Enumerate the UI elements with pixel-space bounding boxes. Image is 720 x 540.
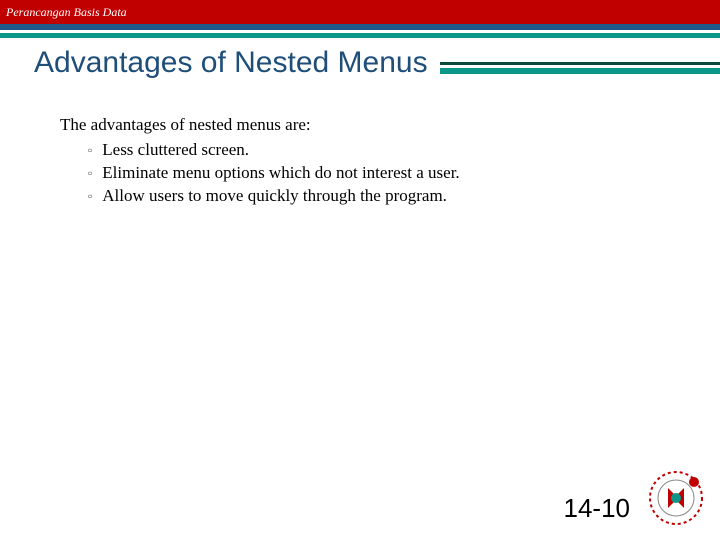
university-logo-icon: [646, 468, 706, 528]
slide-body: The advantages of nested menus are: Less…: [0, 74, 720, 208]
header-bar-teal: [0, 33, 720, 38]
header-bar-red: Perancangan Basis Data: [0, 0, 720, 24]
intro-text: The advantages of nested menus are:: [60, 114, 660, 137]
course-label: Perancangan Basis Data: [6, 5, 127, 20]
list-item: Allow users to move quickly through the …: [88, 185, 660, 208]
title-accent: [440, 62, 720, 74]
bullet-list: Less cluttered screen. Eliminate menu op…: [60, 139, 660, 208]
slide-title: Advantages of Nested Menus: [0, 46, 428, 80]
accent-teal-line: [440, 68, 720, 74]
page-number: 14-10: [564, 493, 631, 524]
list-item: Eliminate menu options which do not inte…: [88, 162, 660, 185]
list-item: Less cluttered screen.: [88, 139, 660, 162]
